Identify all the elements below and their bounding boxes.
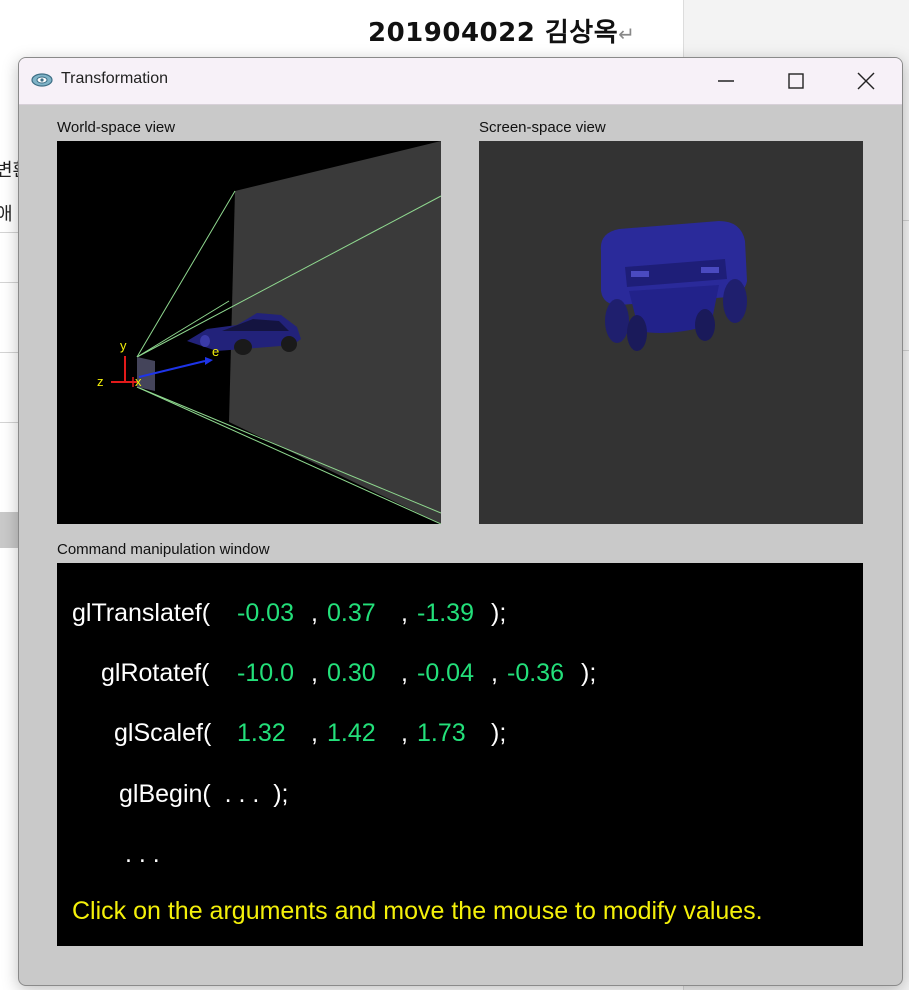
screen-space-view[interactable]: [479, 141, 863, 524]
comma: ,: [491, 659, 498, 687]
comma: ,: [311, 599, 318, 627]
divider: [0, 422, 18, 423]
comma: ,: [311, 659, 318, 687]
scale-end: );: [491, 719, 507, 747]
comma: ,: [311, 719, 318, 747]
screen-view-label: Screen-space view: [479, 119, 606, 136]
y-axis-label: y: [120, 338, 127, 353]
minimize-button[interactable]: [691, 58, 761, 104]
return-mark: ↵: [618, 22, 636, 46]
translate-arg-y[interactable]: 0.37: [327, 599, 376, 628]
title-bar[interactable]: Transformation: [19, 58, 902, 105]
document-title-text: 201904022 김상옥: [368, 18, 619, 48]
rotate-arg-angle[interactable]: -10.0: [237, 659, 294, 688]
scale-arg-y[interactable]: 1.42: [327, 719, 376, 748]
eye-label: e: [212, 344, 220, 359]
minimize-icon: [718, 80, 734, 82]
maximize-icon: [788, 73, 804, 89]
divider: [0, 352, 18, 353]
rotate-arg-z[interactable]: -0.36: [507, 659, 564, 688]
comma: ,: [401, 719, 408, 747]
translate-arg-z[interactable]: -1.39: [417, 599, 474, 628]
screen-scene: [600, 221, 747, 351]
ellipsis: . . .: [125, 840, 160, 868]
app-icon: [31, 73, 53, 87]
window-title: Transformation: [61, 70, 168, 87]
scale-arg-x[interactable]: 1.32: [237, 719, 286, 748]
z-axis-label: z: [97, 374, 104, 389]
command-window-label: Command manipulation window: [57, 541, 270, 558]
command-manipulation-window[interactable]: glTranslatef( -0.03 , 0.37 , -1.39 ); gl…: [57, 563, 863, 946]
rotate-function: glRotatef(: [101, 659, 210, 687]
translate-end: );: [491, 599, 507, 627]
instruction-hint: Click on the arguments and move the mous…: [72, 897, 763, 925]
close-icon: [857, 72, 875, 90]
document-title: 201904022 김상옥↵: [368, 12, 635, 49]
car-model: [600, 221, 747, 351]
rotate-end: );: [581, 659, 597, 687]
translate-function: glTranslatef(: [72, 599, 211, 627]
scale-function: glScalef(: [114, 719, 212, 747]
scale-arg-z[interactable]: 1.73: [417, 719, 466, 748]
side-highlight: [0, 512, 18, 548]
rotate-arg-x[interactable]: 0.30: [327, 659, 376, 688]
translate-arg-x[interactable]: -0.03: [237, 599, 294, 628]
rotate-arg-y[interactable]: -0.04: [417, 659, 474, 688]
comma: ,: [401, 659, 408, 687]
transformation-window: Transformation World-space view Screen-s…: [18, 57, 903, 986]
begin-function: glBegin( . . . );: [119, 780, 289, 808]
close-button[interactable]: [831, 58, 901, 104]
side-text-fragment: 애: [0, 204, 13, 225]
world-space-view[interactable]: y z x e: [57, 141, 441, 524]
x-axis-label: x: [135, 374, 142, 389]
divider: [0, 282, 18, 283]
maximize-button[interactable]: [761, 58, 831, 104]
world-view-label: World-space view: [57, 119, 176, 136]
world-scene: [111, 141, 441, 524]
comma: ,: [401, 599, 408, 627]
divider: [0, 232, 18, 233]
